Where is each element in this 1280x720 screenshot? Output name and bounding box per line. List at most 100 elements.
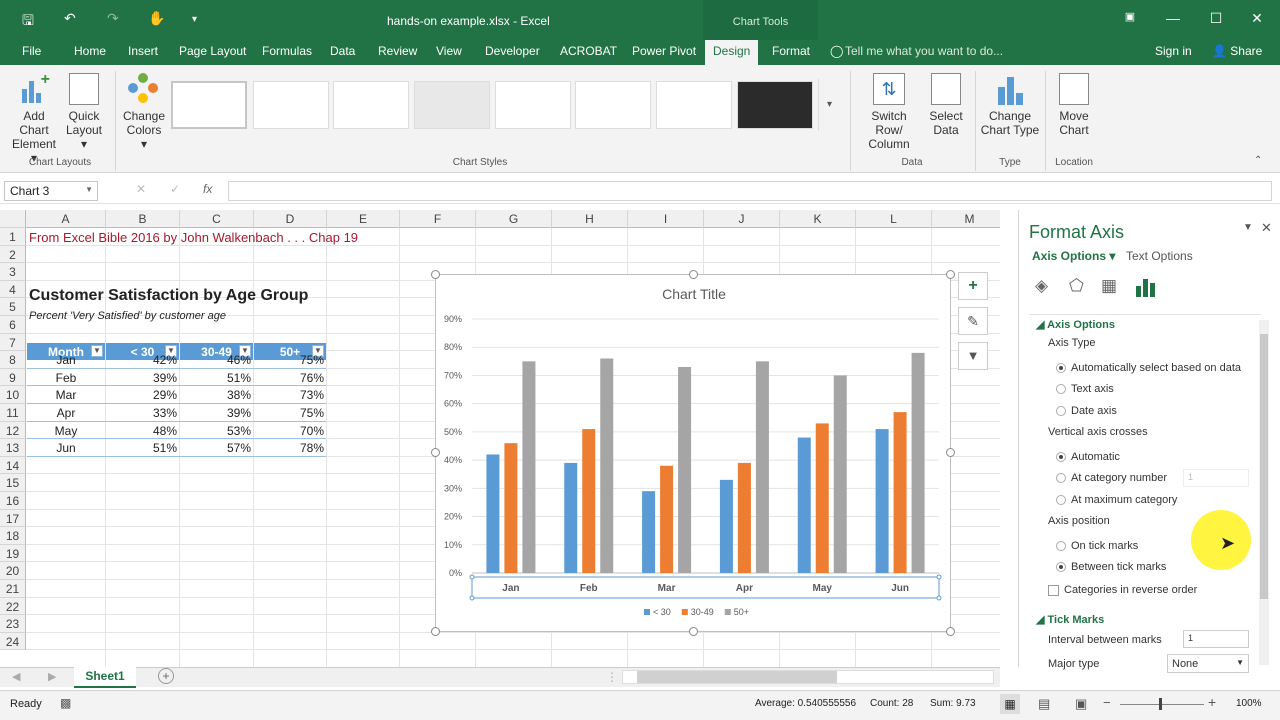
row-header-13[interactable]: 13: [0, 439, 26, 457]
tab-view[interactable]: View: [436, 44, 462, 58]
table-cell[interactable]: May: [27, 424, 105, 438]
fx-icon[interactable]: fx: [203, 182, 212, 196]
quick-layout-button[interactable]: Quick Layout ▾: [64, 73, 104, 151]
tab-home[interactable]: Home: [74, 44, 106, 58]
column-header-i[interactable]: I: [628, 210, 704, 228]
save-icon[interactable]: 🖫: [22, 10, 34, 34]
touch-mode-icon[interactable]: ✋: [148, 10, 165, 27]
radio-between-tick[interactable]: [1056, 562, 1066, 572]
section-axis-options[interactable]: ◢ Axis Options: [1036, 318, 1115, 331]
tab-acrobat[interactable]: ACROBAT: [560, 44, 617, 58]
row-header-5[interactable]: 5: [0, 298, 26, 316]
at-category-input[interactable]: 1: [1183, 469, 1249, 487]
chart-filters-icon[interactable]: ▼: [958, 342, 988, 370]
cancel-icon[interactable]: ✕: [136, 182, 146, 196]
select-data-button[interactable]: Select Data: [926, 73, 966, 137]
table-cell[interactable]: 57%: [180, 441, 253, 455]
collapse-ribbon-icon[interactable]: ⌃: [1254, 155, 1262, 166]
table-cell[interactable]: Jun: [27, 441, 105, 455]
sheet-tab-sheet1[interactable]: Sheet1: [74, 667, 136, 688]
table-cell[interactable]: Feb: [27, 371, 105, 385]
sign-in-link[interactable]: Sign in: [1155, 44, 1192, 58]
redo-icon[interactable]: ↷: [107, 10, 119, 27]
row-header-2[interactable]: 2: [0, 245, 26, 264]
row-header-16[interactable]: 16: [0, 492, 26, 510]
column-header-b[interactable]: B: [106, 210, 180, 228]
styles-more-button[interactable]: ▾: [818, 79, 840, 131]
radio-date-axis[interactable]: [1056, 406, 1066, 416]
effects-pentagon-icon[interactable]: ⬠: [1069, 276, 1084, 296]
table-cell[interactable]: 75%: [254, 406, 326, 420]
row-header-20[interactable]: 20: [0, 562, 26, 580]
share-button[interactable]: 👤 Share: [1212, 44, 1262, 58]
table-cell[interactable]: 78%: [254, 441, 326, 455]
chart-style-3[interactable]: [333, 81, 409, 129]
pane-scrollbar[interactable]: [1259, 320, 1269, 665]
table-cell[interactable]: 75%: [254, 353, 326, 367]
chart-style-1[interactable]: [171, 81, 247, 129]
tell-me-search[interactable]: Tell me what you want to do...: [845, 44, 1003, 58]
table-cell[interactable]: Mar: [27, 388, 105, 402]
row-header-24[interactable]: 24: [0, 632, 26, 651]
table-cell[interactable]: 33%: [106, 406, 179, 420]
row-header-12[interactable]: 12: [0, 421, 26, 440]
table-cell[interactable]: 39%: [106, 371, 179, 385]
name-box[interactable]: Chart 3 ▼: [4, 181, 98, 201]
enter-icon[interactable]: ✓: [170, 182, 180, 196]
tab-file[interactable]: File: [22, 44, 41, 58]
table-cell[interactable]: 51%: [106, 441, 179, 455]
chart-style-7[interactable]: [656, 81, 732, 129]
column-header-h[interactable]: H: [552, 210, 628, 228]
resize-handle[interactable]: [946, 448, 955, 457]
formula-input[interactable]: [228, 181, 1272, 201]
chart-style-5[interactable]: [495, 81, 571, 129]
tab-text-options[interactable]: Text Options: [1126, 249, 1193, 263]
new-sheet-button[interactable]: +: [158, 668, 174, 684]
column-header-k[interactable]: K: [780, 210, 856, 228]
customize-qat-icon[interactable]: ▾: [192, 14, 197, 25]
change-chart-type-button[interactable]: Change Chart Type: [980, 73, 1040, 137]
move-chart-button[interactable]: Move Chart: [1052, 73, 1096, 137]
row-header-9[interactable]: 9: [0, 368, 26, 387]
row-header-7[interactable]: 7: [0, 333, 26, 352]
resize-handle[interactable]: [946, 627, 955, 636]
close-button[interactable]: ✕: [1247, 10, 1267, 27]
resize-handle[interactable]: [689, 627, 698, 636]
tab-formulas[interactable]: Formulas: [262, 44, 312, 58]
row-header-8[interactable]: 8: [0, 351, 26, 369]
row-header-18[interactable]: 18: [0, 527, 26, 545]
row-header-17[interactable]: 17: [0, 509, 26, 528]
row-header-3[interactable]: 3: [0, 263, 26, 281]
name-box-dropdown-icon[interactable]: ▼: [85, 185, 93, 194]
zoom-slider-thumb[interactable]: [1159, 698, 1162, 710]
switch-row-column-button[interactable]: ⇅ Switch Row/ Column: [856, 73, 922, 151]
tab-page-layout[interactable]: Page Layout: [179, 44, 246, 58]
column-header-a[interactable]: A: [26, 210, 106, 228]
tab-power-pivot[interactable]: Power Pivot: [632, 44, 696, 58]
split-handle-icon[interactable]: ⋮: [606, 670, 618, 684]
row-header-19[interactable]: 19: [0, 544, 26, 563]
table-cell[interactable]: 53%: [180, 424, 253, 438]
resize-handle[interactable]: [431, 627, 440, 636]
normal-view-icon[interactable]: ▦: [1000, 694, 1020, 714]
row-header-4[interactable]: 4: [0, 280, 26, 299]
table-cell[interactable]: 76%: [254, 371, 326, 385]
cell-a1[interactable]: From Excel Bible 2016 by John Walkenbach…: [29, 230, 358, 245]
chart-style-8[interactable]: [737, 81, 813, 129]
radio-text-axis[interactable]: [1056, 384, 1066, 394]
column-header-j[interactable]: J: [704, 210, 780, 228]
table-cell[interactable]: 29%: [106, 388, 179, 402]
major-type-select[interactable]: None ▼: [1167, 654, 1249, 673]
select-all-corner[interactable]: [0, 210, 26, 228]
table-cell[interactable]: 51%: [180, 371, 253, 385]
table-cell[interactable]: 38%: [180, 388, 253, 402]
scroll-tabs-left-icon[interactable]: ◀: [12, 670, 20, 683]
resize-handle[interactable]: [946, 270, 955, 279]
radio-automatic[interactable]: [1056, 452, 1066, 462]
tab-review[interactable]: Review: [378, 44, 417, 58]
maximize-button[interactable]: ☐: [1206, 10, 1226, 27]
tab-data[interactable]: Data: [330, 44, 355, 58]
reverse-order-checkbox[interactable]: [1048, 585, 1059, 596]
axis-options-chart-icon[interactable]: [1135, 277, 1157, 297]
column-header-g[interactable]: G: [476, 210, 552, 228]
